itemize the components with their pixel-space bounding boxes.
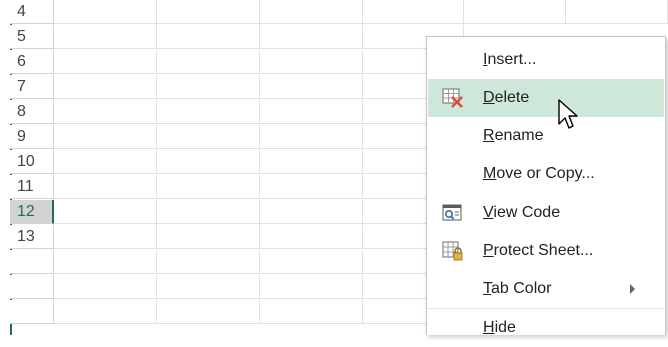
protect-sheet-icon [442, 241, 463, 261]
cell[interactable] [157, 25, 260, 49]
view-code-icon [442, 204, 462, 221]
cell[interactable] [260, 125, 363, 149]
row-header[interactable] [10, 250, 54, 274]
cell[interactable] [157, 50, 260, 74]
mouse-pointer-icon [558, 99, 578, 129]
cell[interactable] [260, 225, 363, 249]
cell[interactable] [54, 0, 157, 24]
row-header[interactable] [10, 300, 54, 324]
cell[interactable] [54, 75, 157, 99]
row-header[interactable]: 8 [10, 100, 54, 124]
cell[interactable] [260, 100, 363, 124]
menu-item-label: Move or Copy... [483, 165, 595, 182]
menu-item-label: View Code [483, 204, 561, 221]
cell[interactable] [260, 50, 363, 74]
menu-item-move-or-copy[interactable]: Move or Copy... [428, 155, 664, 193]
cell[interactable] [260, 250, 363, 274]
cell[interactable] [157, 0, 260, 24]
menu-item-label: Hide [483, 319, 516, 336]
cell[interactable] [54, 125, 157, 149]
cell[interactable] [157, 100, 260, 124]
row-header[interactable]: 4 [10, 0, 54, 24]
menu-item-tab-color[interactable]: Tab Color [428, 270, 664, 308]
menu-item-view-code[interactable]: View Code [428, 194, 664, 232]
cell[interactable] [157, 225, 260, 249]
grid-row: 4 [0, 0, 668, 25]
cell[interactable] [157, 150, 260, 174]
menu-item-rename[interactable]: Rename [428, 117, 664, 155]
menu-item-label: Protect Sheet... [483, 242, 594, 259]
row-header[interactable]: 7 [10, 75, 54, 99]
row-header[interactable]: 13 [10, 225, 54, 249]
cell[interactable] [260, 150, 363, 174]
cell[interactable] [54, 200, 157, 224]
cell[interactable] [54, 275, 157, 299]
cell[interactable] [54, 100, 157, 124]
cell[interactable] [54, 225, 157, 249]
menu-item-label: Insert... [483, 51, 537, 68]
row-header[interactable]: 9 [10, 125, 54, 149]
cell[interactable] [157, 300, 260, 324]
delete-sheet-icon [442, 88, 463, 108]
row-header[interactable]: 12 [10, 200, 54, 224]
menu-item-insert[interactable]: Insert... [428, 41, 664, 79]
cell[interactable] [157, 275, 260, 299]
cell[interactable] [260, 75, 363, 99]
menu-item-label: Rename [483, 127, 544, 144]
cell[interactable] [157, 125, 260, 149]
cell[interactable] [157, 250, 260, 274]
cell[interactable] [260, 25, 363, 49]
cell[interactable] [54, 50, 157, 74]
cell[interactable] [363, 0, 464, 24]
menu-item-hide[interactable]: Hide [428, 309, 664, 347]
cell[interactable] [260, 200, 363, 224]
cell[interactable] [54, 250, 157, 274]
cell[interactable] [260, 0, 363, 24]
row-header[interactable] [10, 275, 54, 299]
menu-item-label: Tab Color [483, 280, 552, 297]
cell[interactable] [157, 75, 260, 99]
row-header[interactable]: 10 [10, 150, 54, 174]
sheet-tab-context-menu: Insert... Delete Rename Move or Copy... … [426, 36, 666, 336]
menu-item-delete[interactable]: Delete [428, 79, 664, 117]
row-header[interactable]: 5 [10, 25, 54, 49]
cell[interactable] [464, 0, 566, 24]
cell[interactable] [54, 150, 157, 174]
cell[interactable] [260, 275, 363, 299]
cell[interactable] [157, 175, 260, 199]
row-header[interactable]: 6 [10, 50, 54, 74]
cell[interactable] [54, 300, 157, 324]
menu-item-protect-sheet[interactable]: Protect Sheet... [428, 232, 664, 270]
cell[interactable] [260, 300, 363, 324]
cell[interactable] [54, 175, 157, 199]
cell[interactable] [566, 0, 668, 24]
submenu-arrow-icon [630, 284, 635, 294]
cell[interactable] [260, 175, 363, 199]
menu-item-label: Delete [483, 89, 530, 106]
cell[interactable] [54, 25, 157, 49]
row-header[interactable]: 11 [10, 175, 54, 199]
cell[interactable] [157, 200, 260, 224]
